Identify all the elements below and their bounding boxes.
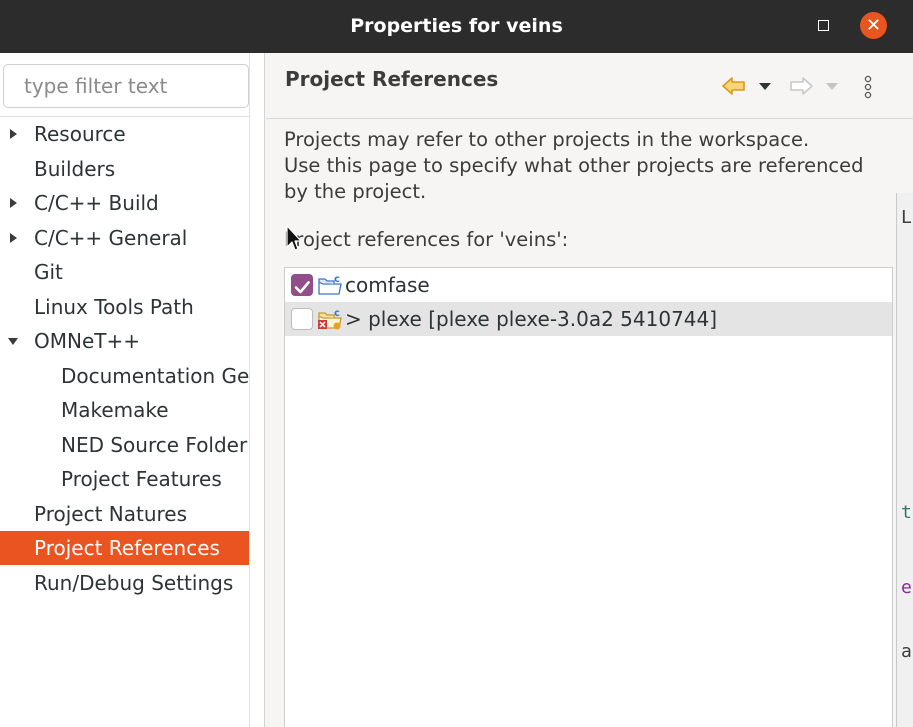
sidebar-item-project-natures[interactable]: Project Natures — [0, 497, 249, 531]
reference-checkbox[interactable] — [291, 274, 313, 296]
sidebar-item-label: Run/Debug Settings — [34, 570, 234, 595]
sidebar-item-label: Git — [34, 260, 63, 284]
sidebar-item-makemake[interactable]: Makemake — [0, 393, 249, 427]
mouse-cursor-icon — [286, 225, 302, 251]
chevron-right-icon[interactable] — [10, 232, 17, 243]
maximize-icon[interactable] — [815, 17, 832, 34]
property-pages-pane: Resource Builders C/C++ Build C/C++ General… — [0, 53, 265, 727]
sidebar-item-label: Project Natures — [34, 501, 188, 526]
sidebar-item-documentation-ge[interactable]: Documentation Ge — [0, 359, 249, 393]
forward-arrow-icon[interactable] — [788, 75, 814, 97]
background-editor-window: La ta e ar — [896, 193, 913, 727]
sidebar-item-label: C/C++ General — [34, 225, 188, 250]
sidebar-item-linux-tools-path[interactable]: Linux Tools Path — [0, 290, 249, 324]
sidebar-item-c-c-build[interactable]: C/C++ Build — [0, 186, 249, 220]
sidebar-item-label: OMNeT++ — [34, 329, 140, 353]
page-content: Project References Projects may refer to… — [266, 53, 913, 727]
property-pages-tree: Resource Builders C/C++ Build C/C++ General… — [0, 117, 249, 600]
chevron-right-icon[interactable] — [10, 198, 17, 208]
reference-label: > plexe [plexe plexe-3.0a2 5410744] — [345, 307, 718, 331]
sidebar-item-label: Resource — [34, 122, 126, 146]
sidebar-item-resource[interactable]: Resource — [0, 117, 249, 151]
close-icon[interactable]: ✕ — [860, 12, 887, 39]
sidebar-item-label: Linux Tools Path — [34, 294, 194, 319]
sidebar-item-project-features[interactable]: Project Features — [0, 462, 249, 496]
title-bar: Properties for veins ✕ — [0, 0, 913, 53]
sidebar-item-label: Builders — [34, 156, 116, 181]
back-arrow-icon[interactable] — [721, 75, 747, 97]
sidebar-item-label: Documentation Ge — [61, 363, 249, 388]
sidebar-item-label: Project References — [34, 536, 220, 560]
window-title: Properties for veins — [350, 15, 563, 37]
filter-input[interactable] — [3, 64, 249, 108]
svg-text:c: c — [334, 274, 340, 285]
chevron-down-icon[interactable] — [8, 338, 18, 345]
divider — [249, 53, 250, 727]
back-menu-dropdown-icon[interactable] — [759, 83, 771, 90]
checkmark-icon — [294, 281, 310, 294]
background-text: e — [901, 577, 912, 598]
c-project-folder-icon: c — [318, 274, 342, 295]
reference-label: comfase — [345, 273, 430, 297]
view-menu-icon[interactable] — [861, 75, 875, 99]
reference-checkbox[interactable] — [291, 308, 313, 330]
sidebar-item-git[interactable]: Git — [0, 255, 249, 289]
sidebar-item-c-c-general[interactable]: C/C++ General — [0, 221, 249, 255]
page-description: Projects may refer to other projects in … — [284, 127, 894, 205]
page-title: Project References — [285, 67, 499, 91]
sidebar-item-label: NED Source Folder — [61, 432, 248, 457]
reference-row-comfase[interactable]: c comfase — [285, 268, 892, 302]
sidebar-item-label: Project Features — [61, 467, 222, 491]
background-text: ta — [901, 502, 913, 523]
background-text: ar — [901, 641, 913, 662]
sidebar-item-ned-source-folder[interactable]: NED Source Folder — [0, 428, 249, 462]
c-project-error-icon: c — [318, 308, 342, 330]
sidebar-item-omnet[interactable]: OMNeT++ — [0, 324, 249, 358]
sidebar-item-label: C/C++ Build — [34, 191, 159, 215]
description-line: by the project. — [284, 180, 427, 203]
references-label: Project references for 'veins': — [284, 228, 569, 251]
chevron-right-icon[interactable] — [10, 129, 17, 139]
project-references-list[interactable]: c comfase c > plexe [plexe plexe-3.0a2 5… — [284, 267, 893, 727]
background-text: La — [901, 207, 913, 228]
description-line: Projects may refer to other projects in … — [284, 128, 810, 151]
sidebar-item-builders[interactable]: Builders — [0, 152, 249, 186]
reference-row-plexe[interactable]: c > plexe [plexe plexe-3.0a2 5410744] — [285, 302, 892, 336]
svg-text:c: c — [334, 308, 340, 319]
description-line: Use this page to specify what other proj… — [284, 154, 864, 177]
sidebar-item-run-debug-settings[interactable]: Run/Debug Settings — [0, 566, 249, 600]
forward-menu-dropdown-icon[interactable] — [826, 83, 838, 90]
sidebar-item-project-references[interactable]: Project References — [0, 531, 249, 565]
page-header: Project References — [266, 53, 913, 119]
sidebar-item-label: Makemake — [61, 398, 169, 422]
